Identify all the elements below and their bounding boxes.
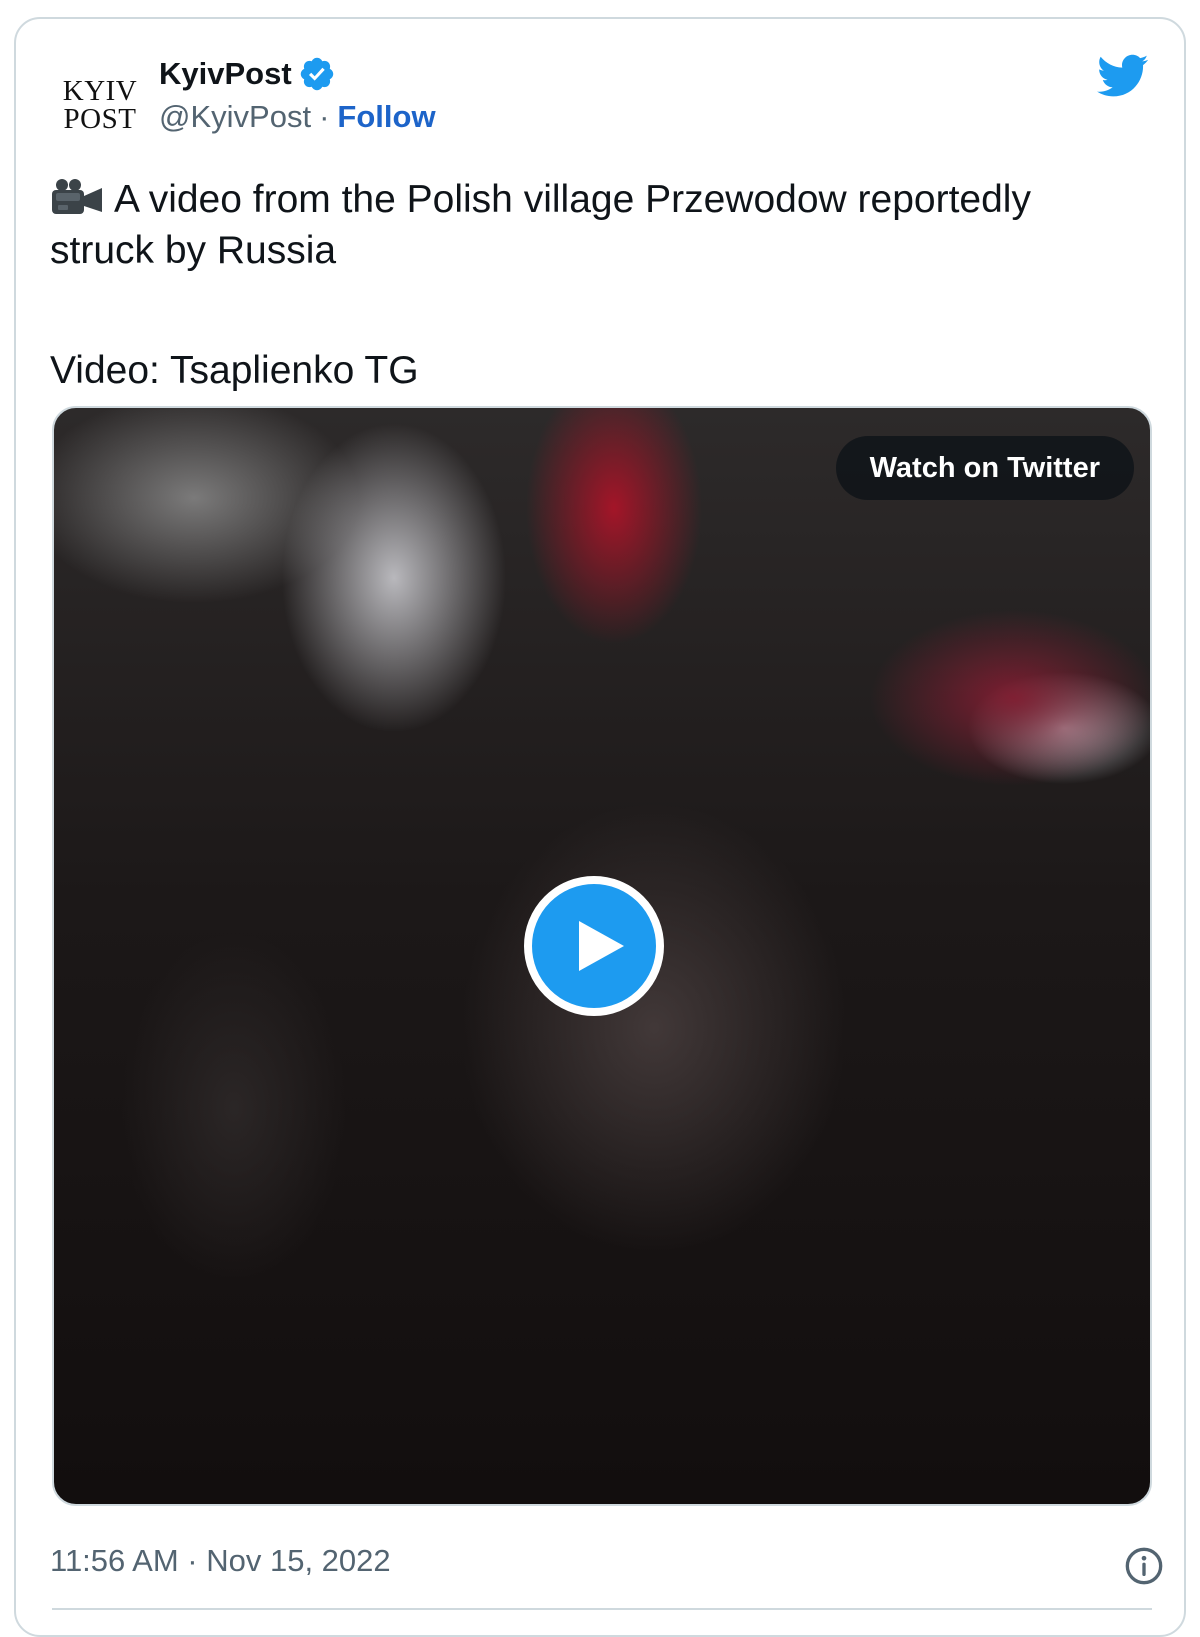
tweet-timestamp[interactable]: 11:56 AM · Nov 15, 2022 [50,1543,391,1579]
twitter-bird-icon[interactable] [1097,49,1149,101]
author-name-row: KyivPost [159,55,336,93]
video-camera-icon [52,179,102,214]
avatar-text-post: POST [63,103,137,135]
watch-on-twitter-button[interactable]: Watch on Twitter [835,436,1134,500]
handle-separator: · [319,99,330,134]
video-credit: Video: Tsaplienko TG [50,349,419,392]
tweet-text-line-2: struck by Russia [50,229,337,272]
author-handle[interactable]: @KyivPost [159,99,311,135]
info-icon[interactable] [1124,1546,1164,1586]
play-button[interactable] [524,876,664,1016]
follow-link[interactable]: Follow [337,99,435,135]
verified-badge-icon [300,57,333,91]
author-handle-row: @KyivPost · Follow [159,99,436,135]
tweet-text: A video from the Polish village Przewodo… [50,174,1150,276]
avatar-text-kyiv: KYIV [62,75,138,107]
author-name[interactable]: KyivPost [159,56,292,92]
tweet-card: KYIV POST KyivPost @KyivPost · Follow A … [14,17,1186,1637]
footer-divider [52,1608,1152,1610]
tweet-text-line-1: A video from the Polish village Przewodo… [50,174,1150,225]
avatar[interactable]: KYIV POST [52,57,148,153]
play-icon [579,921,624,971]
tweet-text-part-1: A video from the Polish village Przewodo… [114,178,1031,221]
video-player[interactable]: Watch on Twitter [52,406,1152,1506]
